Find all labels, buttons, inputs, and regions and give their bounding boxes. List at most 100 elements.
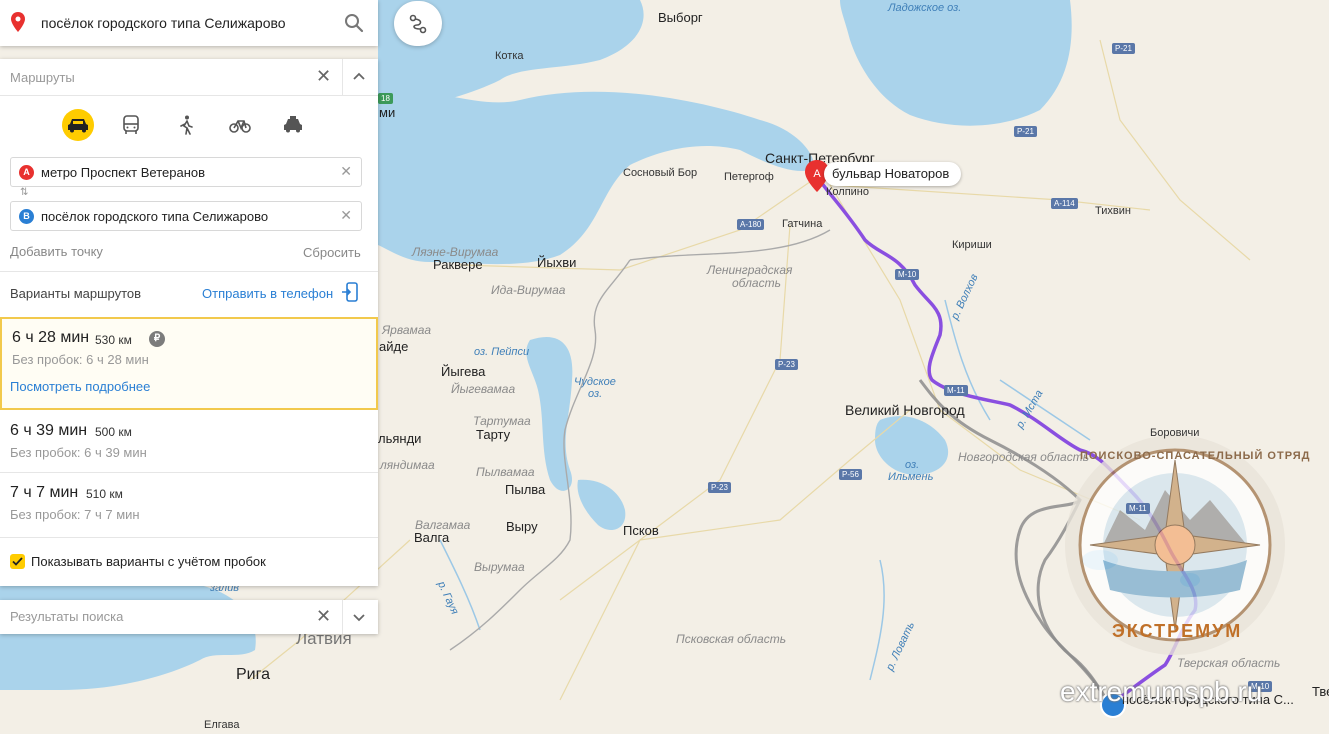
label-novgorod-obl: Новгородская область	[958, 450, 1090, 464]
label-yarvamaa: Ярвамаа	[382, 323, 432, 337]
add-point-link[interactable]: Добавить точку	[10, 244, 103, 259]
pin-a-letter: A	[813, 168, 821, 180]
label-yelgava: Елгава	[204, 719, 240, 731]
mode-car-button[interactable]	[62, 109, 94, 141]
label-rakvere: Раквере	[433, 257, 483, 272]
route-option-1[interactable]: 6 ч 28 мин 530 км ₽ Без пробок: 6 ч 28 м…	[0, 317, 378, 410]
label-chudskoe-1: Чудское	[574, 376, 616, 388]
label-len-obl-1: Ленинградская	[707, 263, 793, 277]
watermark-url: extremumspb.ru	[1060, 676, 1263, 707]
point-b-input[interactable]: посёлок городского типа Селижарово	[41, 209, 268, 224]
send-to-phone-link[interactable]: Отправить в телефон	[202, 286, 333, 301]
search-icon[interactable]	[344, 13, 364, 33]
label-vyrumaa: Вырумаа	[474, 560, 525, 574]
label-yykhvi: Йыхви	[537, 255, 577, 270]
label-vilyandi: льянди	[378, 431, 422, 446]
mode-walk-button[interactable]	[171, 110, 201, 140]
clear-point-a-icon[interactable]: ✕	[340, 163, 352, 180]
road-r21b: Р-21	[1112, 43, 1135, 54]
label-pskov-obl: Псковская область	[676, 632, 787, 646]
watermark-arc-top: ПОИСКОВО-СПАСАТЕЛЬНЫЙ ОТРЯД	[1080, 450, 1311, 462]
point-a-field[interactable]: A метро Проспект Ветеранов ✕	[10, 157, 362, 187]
label-tv: Тве	[1312, 684, 1329, 699]
road-a114: А-114	[1051, 198, 1078, 209]
walk-icon	[180, 115, 193, 135]
road-e18: 18	[378, 93, 393, 104]
route-1-details-link[interactable]: Посмотреть подробнее	[10, 379, 150, 394]
pin-a-label[interactable]: бульвар Новаторов	[824, 162, 962, 186]
route-1-time: 6 ч 28 мин	[12, 329, 90, 346]
road-r23b: Р-23	[708, 482, 731, 493]
route-3-no-traffic: Без пробок: 7 ч 7 мин	[10, 507, 140, 522]
route-1-no-traffic: Без пробок: 6 ч 28 мин	[12, 352, 149, 367]
road-m11b: М-11	[1126, 503, 1150, 514]
close-routes-icon[interactable]: ✕	[316, 66, 331, 87]
point-a-input[interactable]: метро Проспект Ветеранов	[41, 165, 205, 180]
label-yygeva: Йыгева	[441, 364, 486, 379]
route-option-3[interactable]: 7 ч 7 мин 510 км Без пробок: 7 ч 7 мин	[0, 472, 378, 534]
toll-road-icon: ₽	[149, 331, 165, 347]
label-oz-ilmen-1: оз.	[905, 459, 920, 471]
mode-bus-button[interactable]	[116, 110, 146, 140]
label-tver-obl: Тверская область	[1177, 656, 1281, 670]
clear-point-b-icon[interactable]: ✕	[340, 207, 352, 224]
road-m11: М-11	[944, 385, 968, 396]
route-3-distance: 510 км	[86, 487, 123, 501]
label-len-obl-2: область	[732, 276, 781, 290]
traffic-checkbox[interactable]	[10, 554, 25, 569]
label-oz-ilmen-2: Ильмень	[888, 471, 934, 483]
label-gatchina: Гатчина	[782, 218, 823, 230]
route-option-2[interactable]: 6 ч 39 мин 500 км Без пробок: 6 ч 39 мин	[0, 410, 378, 472]
chevron-down-icon[interactable]	[352, 610, 366, 624]
road-m10: М-10	[895, 269, 920, 280]
point-b-field[interactable]: B посёлок городского типа Селижарово ✕	[10, 201, 362, 231]
map-pin-icon	[11, 12, 25, 32]
route-3-time: 7 ч 7 мин	[10, 484, 79, 501]
route-2-distance: 500 км	[95, 425, 132, 439]
label-ida-virumaa: Ида-Вирумаа	[491, 283, 566, 297]
route-1-distance: 530 км	[95, 333, 132, 347]
search-input[interactable]: посёлок городского типа Селижарово	[41, 15, 286, 31]
label-kirishi: Кириши	[952, 239, 992, 251]
route-2-no-traffic: Без пробок: 6 ч 39 мин	[10, 445, 147, 460]
label-riga: Рига	[236, 666, 270, 683]
label-polva: Пылва	[505, 482, 546, 497]
phone-send-icon[interactable]	[342, 282, 358, 302]
mode-bike-button[interactable]	[225, 110, 255, 140]
label-oz-peipsi: оз. Пейпси	[474, 346, 530, 358]
label-tartu: Тарту	[476, 427, 511, 442]
label-polvamaa: Пылвамаа	[476, 465, 535, 479]
label-mi: ми	[379, 105, 396, 120]
label-chudskoe-2: оз.	[588, 388, 603, 400]
label-petergof: Петергоф	[724, 171, 774, 183]
label-yygevamaa: Йыгевамаа	[451, 382, 516, 396]
label-kotka: Котка	[495, 50, 524, 62]
car-icon	[68, 119, 88, 133]
route-variants-label: Варианты маршрутов	[10, 286, 142, 301]
traffic-checkbox-label[interactable]: Показывать варианты с учётом пробок	[31, 554, 266, 569]
label-kolpino: Колпино	[826, 186, 869, 198]
search-bar[interactable]: посёлок городского типа Селижарово	[0, 0, 378, 46]
route-path-icon	[409, 14, 427, 33]
road-r21: Р-21	[1014, 126, 1037, 137]
close-results-icon[interactable]: ✕	[316, 606, 331, 627]
label-tikhvin: Тихвин	[1095, 205, 1131, 217]
search-results-bar[interactable]: Результаты поиска ✕	[0, 600, 378, 634]
point-a-badge: A	[19, 165, 34, 180]
watermark-arc-bottom: ЭКСТРЕМУМ	[1112, 621, 1243, 641]
label-pskov: Псков	[623, 523, 659, 538]
bike-icon	[229, 120, 251, 133]
route-mode-button[interactable]	[394, 1, 442, 46]
label-vilyandimaa: ляндимаа	[380, 458, 435, 472]
road-r56: Р-56	[839, 469, 862, 480]
routes-panel: Маршруты ✕ A метро Проспект Ветеранов ✕ …	[0, 59, 378, 586]
chevron-up-icon[interactable]	[352, 70, 366, 84]
swap-points-icon[interactable]: ⇅	[20, 187, 28, 198]
label-ladoga: Ладожское оз.	[888, 2, 962, 14]
road-a180: А-180	[737, 219, 765, 230]
label-valga: Валга	[414, 530, 450, 545]
mode-taxi-button[interactable]	[278, 110, 308, 140]
search-results-title: Результаты поиска	[10, 609, 124, 624]
checkmark-icon	[12, 557, 23, 566]
reset-link[interactable]: Сбросить	[303, 245, 361, 260]
